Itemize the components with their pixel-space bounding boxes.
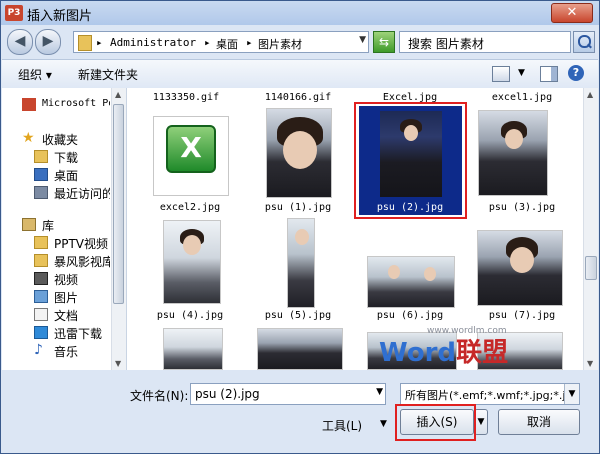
nav-scrollbar[interactable]: ▲ ▼ — [111, 88, 126, 370]
insert-picture-dialog: P3 插入新图片 ✕ ◀ ▶ ▸ Administrator ▸ 桌面 ▸ 图片… — [0, 0, 600, 454]
scroll-thumb[interactable] — [113, 104, 124, 304]
breadcrumb-separator[interactable]: ▸ — [246, 36, 253, 49]
file-list-scrollbar[interactable]: ▲ ▼ — [583, 88, 598, 370]
file-name[interactable]: psu (5).jpg — [243, 310, 353, 321]
cancel-button[interactable]: 取消 — [498, 409, 580, 435]
tools-menu[interactable]: 工具(L) — [322, 417, 362, 434]
folder-icon — [78, 35, 92, 51]
scroll-thumb[interactable] — [585, 256, 597, 280]
file-thumbnail-psu7[interactable] — [477, 230, 563, 306]
nav-item-pptv[interactable]: PPTV视频 — [2, 234, 110, 252]
refresh-button[interactable]: ⇆ — [373, 31, 395, 53]
file-name[interactable]: psu (6).jpg — [355, 310, 465, 321]
title-bar[interactable]: P3 插入新图片 ✕ — [1, 1, 599, 25]
search-button[interactable] — [573, 31, 595, 53]
file-type-select[interactable]: 所有图片(*.emf;*.wmf;*.jpg;*.jp ▼ — [400, 383, 580, 405]
nav-item-favorites[interactable]: ★ 收藏夹 — [2, 130, 110, 148]
scroll-up-icon[interactable]: ▲ — [115, 90, 121, 99]
file-name[interactable]: excel1.jpg — [467, 92, 577, 103]
filename-value: psu (2).jpg — [195, 387, 260, 401]
nav-item-baofeng[interactable]: 暴风影视库 — [2, 252, 110, 270]
nav-item-xunlei[interactable]: 迅雷下载 — [2, 324, 110, 342]
file-thumbnail[interactable] — [257, 328, 343, 370]
back-button[interactable]: ◀ — [7, 29, 33, 55]
file-name[interactable]: 1140166.gif — [243, 92, 353, 103]
nav-item-libraries[interactable]: 库 — [2, 216, 110, 234]
nav-item-microsoft-powerpoint[interactable]: Microsoft Po — [2, 96, 110, 114]
file-name[interactable]: psu (3).jpg — [467, 202, 577, 213]
nav-item-music[interactable]: ♪ 音乐 — [2, 342, 110, 360]
file-thumbnail-psu4[interactable] — [163, 220, 221, 304]
star-icon: ★ — [22, 130, 35, 146]
nav-item-videos[interactable]: 视频 — [2, 270, 110, 288]
folder-icon — [34, 236, 48, 249]
organize-menu[interactable]: 组织 ▾ — [18, 66, 52, 83]
recent-icon — [34, 186, 48, 199]
chevron-down-icon[interactable]: ▼ — [359, 35, 366, 45]
close-button[interactable]: ✕ — [551, 3, 593, 23]
file-name[interactable]: psu (4).jpg — [135, 310, 245, 321]
nav-item-pictures[interactable]: 图片 — [2, 288, 110, 306]
watermark-logo: Word联盟 — [379, 338, 509, 368]
address-bar[interactable]: ▸ Administrator ▸ 桌面 ▸ 图片素材 ▼ — [73, 31, 369, 53]
scroll-down-icon[interactable]: ▼ — [587, 359, 593, 368]
preview-pane-icon[interactable] — [540, 66, 558, 82]
file-name[interactable]: excel2.jpg — [135, 202, 245, 213]
folder-icon — [34, 254, 48, 267]
file-name[interactable]: 1133350.gif — [131, 92, 241, 103]
help-icon[interactable]: ? — [568, 65, 584, 81]
video-icon — [34, 272, 48, 285]
new-folder-button[interactable]: 新建文件夹 — [78, 66, 138, 83]
pictures-icon — [34, 290, 48, 303]
breadcrumb-administrator[interactable]: Administrator — [110, 36, 196, 49]
file-name-selected[interactable]: psu (2).jpg — [355, 202, 465, 213]
nav-item-recent[interactable]: 最近访问的 — [2, 184, 110, 202]
scroll-down-icon[interactable]: ▼ — [115, 359, 121, 368]
search-input[interactable]: 搜索 图片素材 — [399, 31, 571, 53]
nav-item-desktop[interactable]: 桌面 — [2, 166, 110, 184]
breadcrumb-desktop[interactable]: 桌面 — [216, 36, 238, 52]
filename-label: 文件名(N): — [130, 389, 189, 403]
chevron-down-icon[interactable]: ▼ — [380, 419, 387, 429]
highlight-frame — [395, 404, 476, 441]
documents-icon — [34, 308, 48, 321]
command-toolbar: 组织 ▾ 新建文件夹 ▼ ? — [2, 59, 598, 89]
nav-item-documents[interactable]: 文档 — [2, 306, 110, 324]
dialog-footer: 文件名(N): psu (2).jpg ▼ 所有图片(*.emf;*.wmf;*… — [2, 371, 598, 453]
breadcrumb-separator[interactable]: ▸ — [204, 36, 211, 49]
file-name[interactable]: psu (1).jpg — [243, 202, 353, 213]
chevron-down-icon[interactable]: ▼ — [518, 68, 525, 78]
file-thumbnail-excel2[interactable]: X — [153, 116, 229, 196]
desktop-icon — [34, 168, 48, 181]
powerpoint-icon — [22, 98, 36, 111]
dialog-title: 插入新图片 — [27, 9, 93, 24]
file-list: 1133350.gif 1140166.gif Excel.jpg excel1… — [127, 88, 583, 370]
file-thumbnail-psu6[interactable] — [367, 256, 455, 308]
library-icon — [22, 218, 36, 231]
file-thumbnail-psu5[interactable] — [287, 218, 315, 308]
nav-item-downloads[interactable]: 下载 — [2, 148, 110, 166]
address-row: ◀ ▶ ▸ Administrator ▸ 桌面 ▸ 图片素材 ▼ ⇆ 搜索 图… — [1, 25, 599, 57]
insert-options-button[interactable]: ▼ — [474, 409, 488, 435]
file-type-value: 所有图片(*.emf;*.wmf;*.jpg;*.jp — [405, 389, 573, 402]
chevron-down-icon[interactable]: ▼ — [376, 387, 383, 397]
breadcrumb-separator[interactable]: ▸ — [96, 36, 103, 49]
download-icon — [34, 326, 48, 339]
file-thumbnail-psu3[interactable] — [478, 110, 548, 196]
powerpoint-app-icon: P3 — [5, 5, 23, 21]
folder-icon — [34, 150, 48, 163]
views-icon[interactable] — [492, 66, 510, 82]
scroll-up-icon[interactable]: ▲ — [587, 90, 593, 99]
filename-field[interactable]: psu (2).jpg ▼ — [190, 383, 386, 405]
file-thumbnail[interactable] — [163, 328, 223, 370]
forward-button[interactable]: ▶ — [35, 29, 61, 55]
excel-icon: X — [166, 125, 216, 173]
music-icon: ♪ — [34, 342, 43, 358]
navigation-pane: Microsoft Po ★ 收藏夹 下载 桌面 最近访问的 库 PPTV视频 — [2, 88, 127, 370]
file-name[interactable]: psu (7).jpg — [467, 310, 577, 321]
breadcrumb-picture-folder[interactable]: 图片素材 — [258, 36, 302, 52]
chevron-down-icon[interactable]: ▼ — [564, 384, 579, 404]
file-thumbnail-psu1[interactable] — [266, 108, 332, 198]
